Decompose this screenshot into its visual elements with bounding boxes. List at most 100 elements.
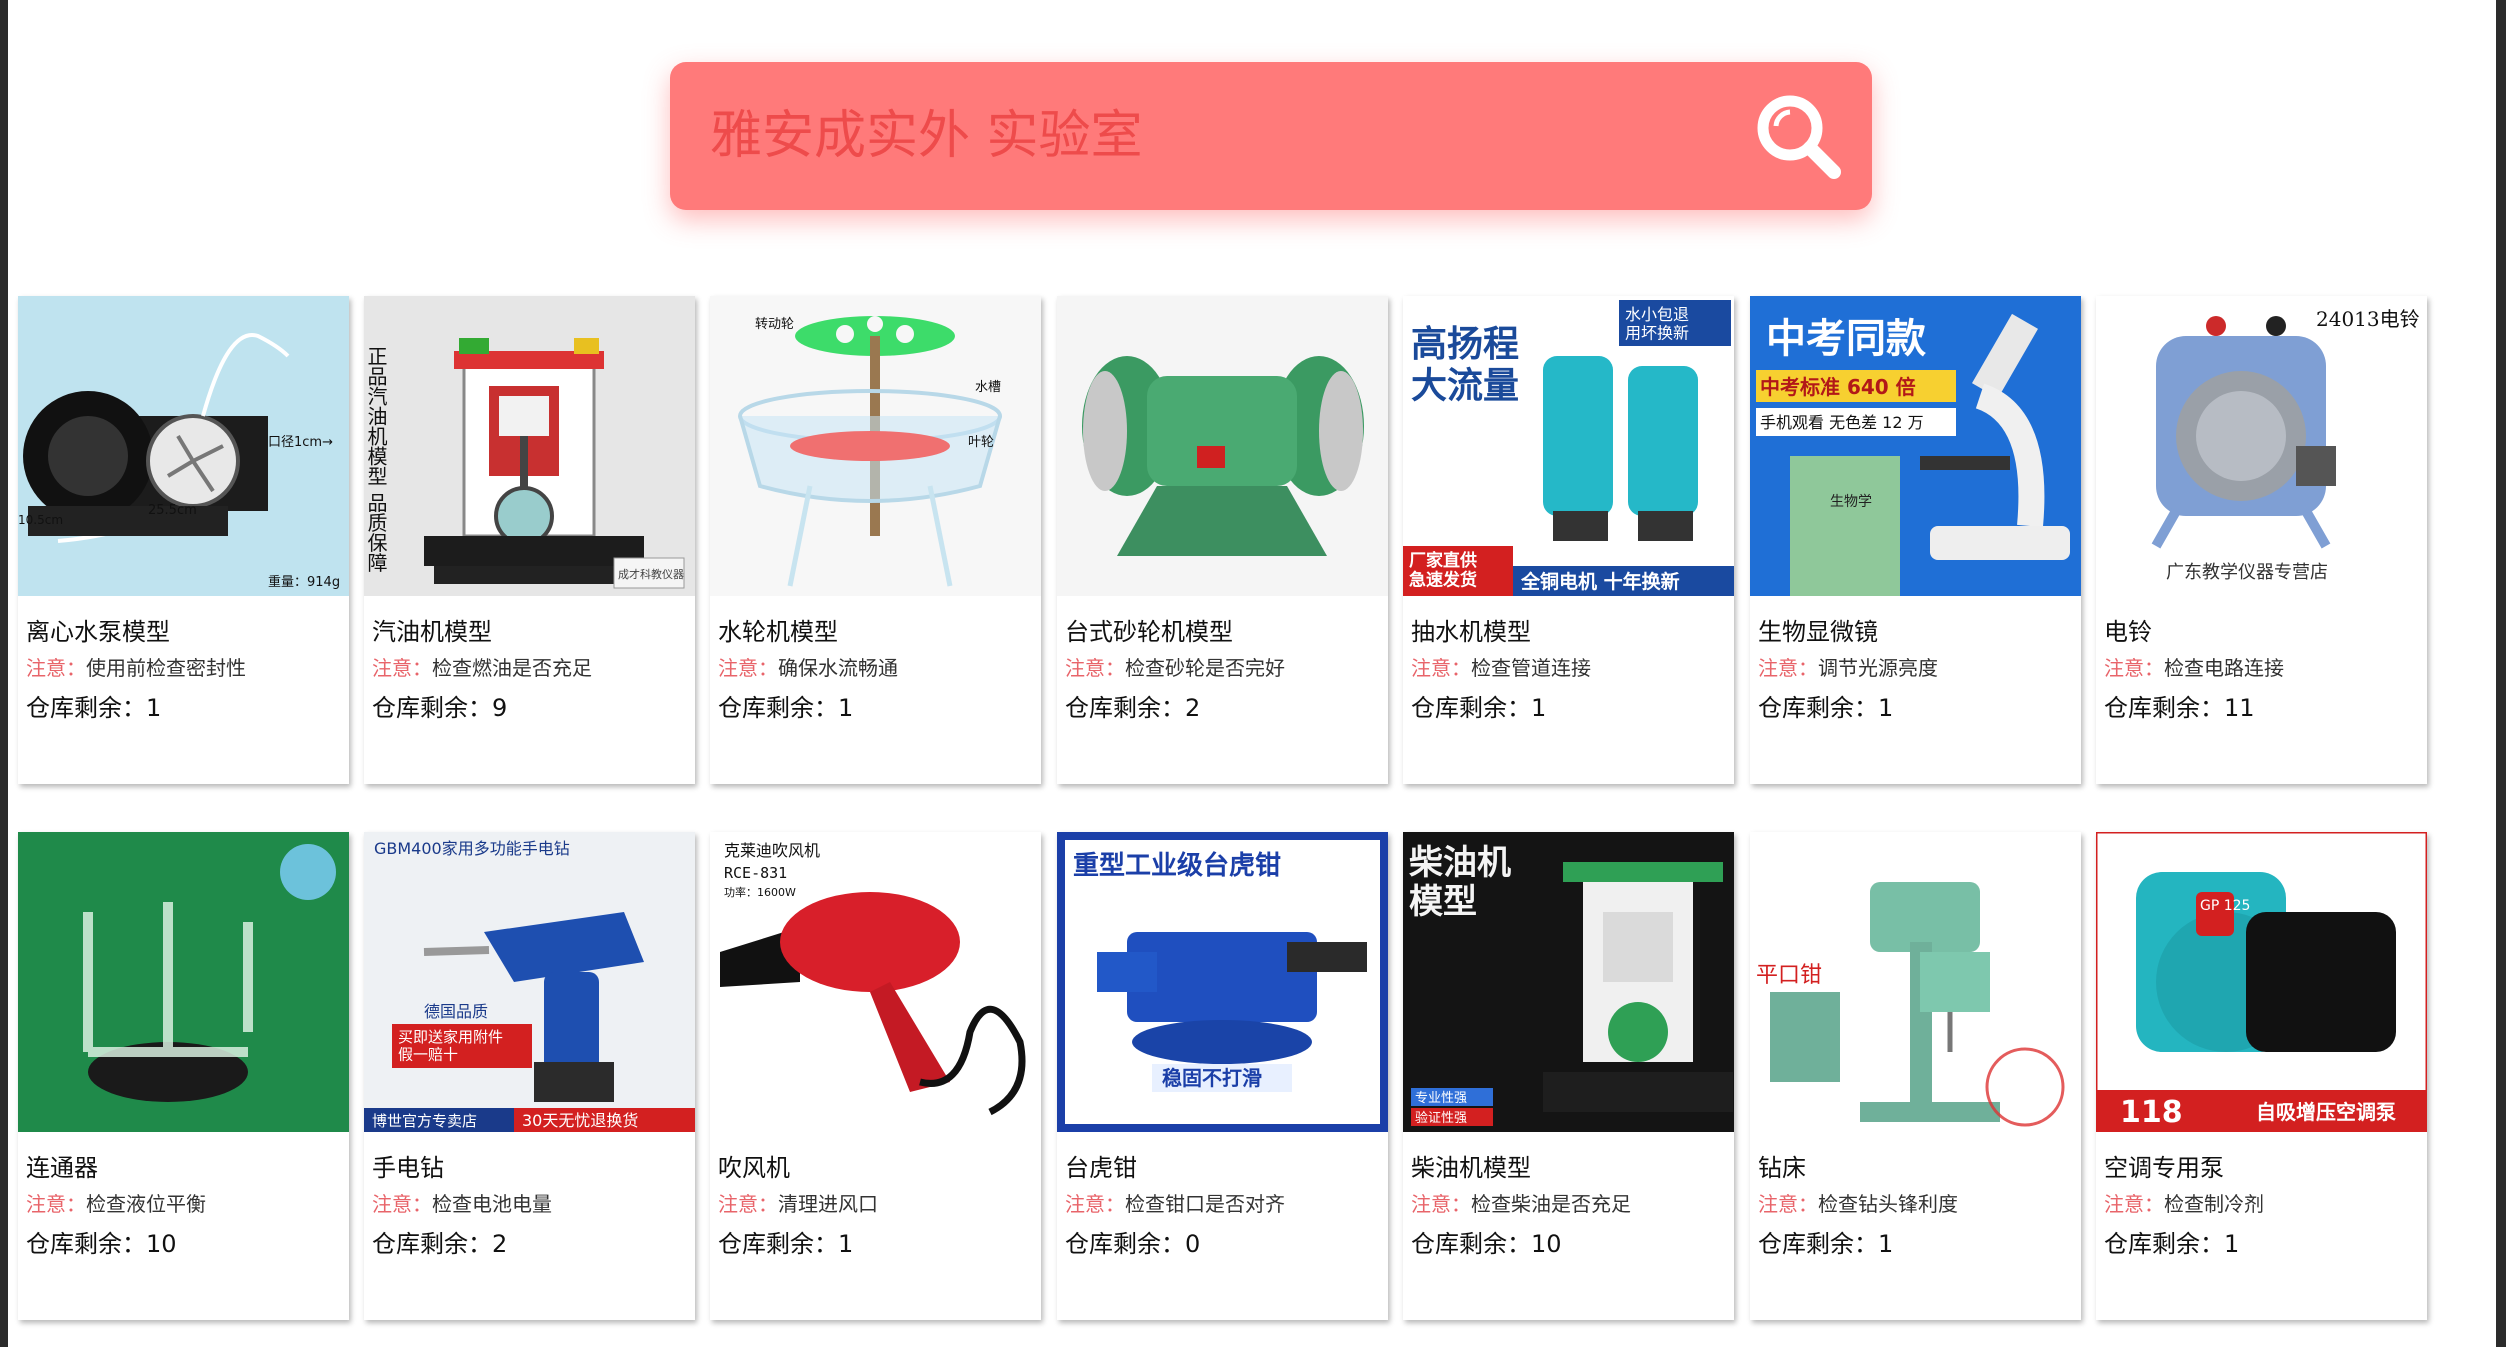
note-label: 注意： [1758,1192,1818,1216]
window-edge [0,0,8,1347]
product-card[interactable]: 中考同款 中考标准 640 倍 手机观看 无色差 12 万 生物学 生物显微镜 … [1750,296,2081,784]
product-card[interactable]: 柴油机模型 专业性强 验证性强 柴油机模型 注意：检查柴油是否充足 仓库剩余：1… [1403,832,1734,1320]
note-label: 注意： [372,1192,432,1216]
image-caption: 转动轮 [755,317,794,332]
product-card[interactable]: GP 125 118 自吸增压空调泵 空调专用泵 注意：检查制冷剂 仓库剩余：1 [2096,832,2427,1320]
product-image[interactable]: 高扬程大流量 水小包退用坏换新 厂家直供急速发货 全铜电机 十年换新 [1403,296,1734,596]
product-name: 生物显微镜 [1758,618,1878,646]
image-caption: 中考同款 [1766,316,1926,362]
image-caption: 重量：914g [268,574,340,590]
product-image[interactable]: 24013电铃 广东教学仪器专营店 [2096,296,2427,596]
image-caption: 成才科教仪器 [618,567,684,581]
product-stock: 仓库剩余：2 [372,1230,508,1258]
product-note: 注意：检查钳口是否对齐 [1065,1192,1285,1216]
product-stock: 仓库剩余：1 [2104,1230,2240,1258]
product-card[interactable]: 正品汽油机模型 品质保障 成才科教仪器 汽油机模型 注意：检查燃油是否充足 仓库… [364,296,695,784]
product-card[interactable]: 连通器 注意：检查液位平衡 仓库剩余：10 [18,832,349,1320]
product-card[interactable]: 转动轮 水槽 叶轮 水轮机模型 注意：确保水流畅通 仓库剩余：1 [710,296,1041,784]
image-caption: 高扬程大流量 [1411,324,1519,406]
product-stock: 仓库剩余：9 [372,694,508,722]
product-note: 注意：检查钻头锋利度 [1758,1192,1958,1216]
product-name: 钻床 [1758,1154,1806,1182]
image-caption: 118 [2120,1095,2183,1130]
product-image[interactable]: 正品汽油机模型 品质保障 成才科教仪器 [364,296,695,596]
product-name: 吹风机 [718,1154,790,1182]
product-card[interactable]: 24013电铃 广东教学仪器专营店 电铃 注意：检查电路连接 仓库剩余：11 [2096,296,2427,784]
image-caption: 博世官方专卖店 [372,1112,477,1130]
product-stock: 仓库剩余：1 [718,694,854,722]
product-image[interactable]: 克莱迪吹风机 RCE-831 功率：1600W [710,832,1041,1132]
note-label: 注意： [372,656,432,680]
image-caption: 重型工业级台虎钳 [1073,850,1281,881]
product-name: 柴油机模型 [1411,1154,1531,1182]
product-image[interactable]: 口径1cm→ 25.5cm 10.5cm 重量：914g [18,296,349,596]
product-card[interactable]: 重型工业级台虎钳 稳固不打滑 台虎钳 注意：检查钳口是否对齐 仓库剩余：0 [1057,832,1388,1320]
product-image[interactable] [1057,296,1388,596]
image-caption: 厂家直供急速发货 [1409,550,1477,591]
image-caption: 广东教学仪器专营店 [2166,562,2328,583]
image-caption: 水槽 [975,380,1001,395]
product-name: 台式砂轮机模型 [1065,618,1233,646]
image-caption: 全铜电机 十年换新 [1520,570,1680,593]
product-image[interactable]: GBM400家用多功能手电钻 德国品质 买即送家用附件假一赔十 博世官方专卖店 … [364,832,695,1132]
product-card[interactable]: 平口钳 钻床 注意：检查钻头锋利度 仓库剩余：1 [1750,832,2081,1320]
image-caption: 中考标准 640 倍 [1760,375,1916,399]
product-note: 注意：检查电池电量 [372,1192,552,1216]
product-image[interactable]: 重型工业级台虎钳 稳固不打滑 [1057,832,1388,1132]
search-bar[interactable]: 雅安成实外 实验室 [670,62,1872,210]
product-stock: 仓库剩余：11 [2104,694,2255,722]
note-label: 注意： [26,656,86,680]
note-label: 注意： [2104,656,2164,680]
note-label: 注意： [1758,656,1818,680]
image-caption: 平口钳 [1756,963,1822,988]
product-card[interactable]: 高扬程大流量 水小包退用坏换新 厂家直供急速发货 全铜电机 十年换新 抽水机模型… [1403,296,1734,784]
image-caption: 叶轮 [968,435,994,450]
product-name: 离心水泵模型 [26,618,170,646]
product-note: 注意：检查制冷剂 [2104,1192,2264,1216]
product-stock: 仓库剩余：1 [718,1230,854,1258]
product-note: 注意：使用前检查密封性 [26,656,246,680]
product-note: 注意：检查砂轮是否完好 [1065,656,1285,680]
product-card[interactable]: 克莱迪吹风机 RCE-831 功率：1600W 吹风机 注意：清理进风口 仓库剩… [710,832,1041,1320]
image-caption: GP 125 [2200,898,2250,914]
image-caption: RCE-831 [724,864,787,882]
product-image[interactable]: GP 125 118 自吸增压空调泵 [2096,832,2427,1132]
product-name: 水轮机模型 [718,618,838,646]
image-caption: 克莱迪吹风机 [724,841,820,860]
product-image[interactable]: 柴油机模型 专业性强 验证性强 [1403,832,1734,1132]
image-caption: 口径1cm→ [268,435,333,450]
product-note: 注意：检查管道连接 [1411,656,1591,680]
image-caption: 功率：1600W [724,885,796,899]
product-card[interactable]: 台式砂轮机模型 注意：检查砂轮是否完好 仓库剩余：2 [1057,296,1388,784]
product-card[interactable]: GBM400家用多功能手电钻 德国品质 买即送家用附件假一赔十 博世官方专卖店 … [364,832,695,1320]
product-image[interactable] [18,832,349,1132]
note-label: 注意： [1411,1192,1471,1216]
product-note: 注意：确保水流畅通 [718,656,898,680]
product-stock: 仓库剩余：1 [26,694,162,722]
product-name: 空调专用泵 [2104,1154,2224,1182]
image-caption: 10.5cm [18,513,63,527]
product-stock: 仓库剩余：0 [1065,1230,1201,1258]
product-image[interactable]: 中考同款 中考标准 640 倍 手机观看 无色差 12 万 生物学 [1750,296,2081,596]
image-caption: 自吸增压空调泵 [2256,1100,2396,1124]
product-name: 抽水机模型 [1411,618,1531,646]
image-caption: 生物学 [1830,494,1872,510]
note-label: 注意： [2104,1192,2164,1216]
product-name: 手电钻 [372,1154,444,1182]
product-image[interactable]: 转动轮 水槽 叶轮 [710,296,1041,596]
search-icon[interactable] [1748,86,1848,186]
image-caption: 水小包退用坏换新 [1625,305,1689,342]
product-note: 注意：检查液位平衡 [26,1192,206,1216]
product-stock: 仓库剩余：10 [1411,1230,1562,1258]
scrollbar-track[interactable] [2496,0,2506,1347]
product-note: 注意：检查燃油是否充足 [372,656,592,680]
note-label: 注意： [26,1192,86,1216]
image-caption: 正品汽油机模型 品质保障 [364,346,388,572]
product-image[interactable]: 平口钳 [1750,832,2081,1132]
search-input[interactable]: 雅安成实外 实验室 [710,62,1143,210]
note-label: 注意： [718,1192,778,1216]
product-stock: 仓库剩余：1 [1758,694,1894,722]
product-card[interactable]: 口径1cm→ 25.5cm 10.5cm 重量：914g 离心水泵模型 注意：使… [18,296,349,784]
note-label: 注意： [718,656,778,680]
image-caption: 稳固不打滑 [1162,1066,1262,1090]
